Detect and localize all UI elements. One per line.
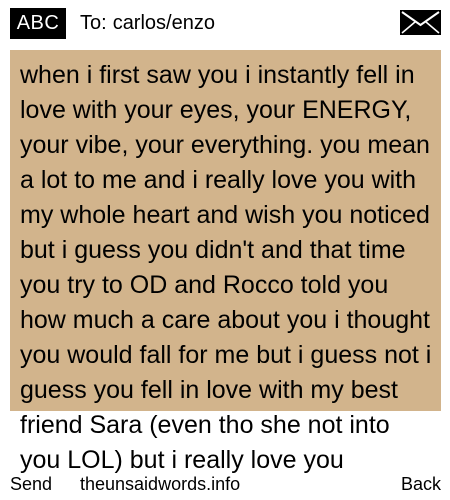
- recipient-name: carlos/enzo: [112, 11, 215, 34]
- to-label: To:: [80, 11, 107, 34]
- recipient-field[interactable]: To: carlos/enzo: [80, 10, 215, 36]
- site-label: theunsaidwords.info: [80, 474, 241, 494]
- softkey-bar: Send theunsaidwords.info Back: [0, 470, 450, 500]
- back-button[interactable]: Back: [401, 474, 441, 495]
- envelope-icon: [400, 10, 441, 35]
- message-compose-screen: ABC To: carlos/enzo when i first saw you…: [0, 0, 450, 500]
- send-button[interactable]: Send: [10, 474, 52, 495]
- compose-header: ABC To: carlos/enzo: [0, 0, 450, 46]
- message-text[interactable]: when i first saw you i instantly fell in…: [20, 58, 435, 478]
- input-mode-badge[interactable]: ABC: [10, 8, 66, 39]
